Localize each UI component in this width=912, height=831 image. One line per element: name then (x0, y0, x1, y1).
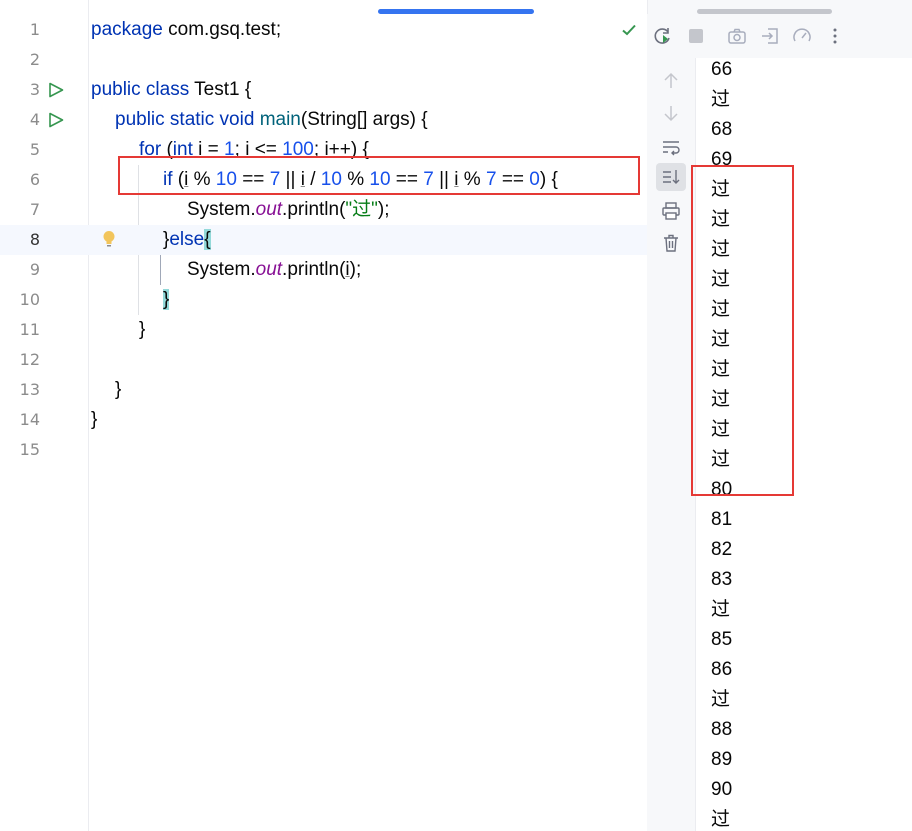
line-number: 2 (29, 50, 40, 69)
code-line-14[interactable]: 14 } (0, 405, 647, 435)
keyword: package (91, 19, 163, 40)
brace-match: { (204, 229, 211, 250)
run-class-icon[interactable] (48, 82, 64, 98)
scroll-to-end-icon[interactable] (661, 167, 681, 187)
line-number: 4 (29, 110, 40, 129)
code-line-3[interactable]: 3 public class Test1 { (0, 75, 647, 105)
code-text: }else{ (163, 225, 211, 255)
console-line: 过 (711, 689, 731, 710)
keyword: else (169, 229, 205, 250)
console-line: 68 (711, 119, 733, 140)
code-token: .println( (282, 259, 346, 280)
code-text: } (115, 379, 122, 400)
more-options-icon[interactable] (825, 26, 845, 46)
line-number: 12 (19, 350, 40, 369)
code-line-13[interactable]: 13 } (0, 375, 647, 405)
code-token: System. (187, 199, 256, 220)
code-token: com.gsq.test; (162, 19, 282, 40)
console-line: 81 (711, 509, 733, 530)
code-text: } (91, 409, 98, 430)
soft-wrap-icon[interactable] (661, 137, 681, 157)
code-token: System. (187, 259, 256, 280)
code-line-11[interactable]: 11 } (0, 315, 647, 345)
stop-icon[interactable] (686, 26, 706, 46)
print-icon[interactable] (661, 201, 681, 221)
console-line: 过 (711, 809, 731, 830)
check-icon[interactable] (621, 22, 637, 38)
code-text: } (139, 319, 146, 340)
console-line: 85 (711, 629, 733, 650)
lightbulb-icon[interactable] (102, 230, 116, 248)
run-main-icon[interactable] (48, 112, 64, 128)
trash-icon[interactable] (661, 233, 681, 253)
keyword: public class (91, 79, 190, 100)
line-number: 14 (19, 410, 40, 429)
line-number: 13 (19, 380, 40, 399)
code-editor[interactable]: 1 package com.gsq.test; 2 3 public class… (0, 0, 647, 831)
code-text: } (163, 285, 170, 315)
code-token: ); (349, 259, 362, 280)
line-number: 10 (19, 290, 40, 309)
code-line-7[interactable]: 7 System.out.println("过"); (0, 195, 647, 225)
code-line-10[interactable]: 10 } (0, 285, 647, 315)
field-name: out (255, 199, 283, 220)
code-line-2[interactable]: 2 (0, 45, 647, 75)
code-token: .println( (282, 199, 346, 220)
console-side-toolbar (647, 58, 696, 831)
line-number: 11 (19, 320, 40, 339)
code-text: package com.gsq.test; (91, 15, 281, 45)
code-text: System.out.println(i); (187, 255, 361, 285)
field-name: out (255, 259, 283, 280)
keyword: public static void (115, 109, 255, 130)
console-line: 83 (711, 569, 733, 590)
code-token: ); (377, 199, 390, 220)
rerun-icon[interactable] (653, 26, 673, 46)
annotation-box-output (691, 165, 794, 496)
arrow-down-icon[interactable] (661, 103, 681, 123)
console-line: 89 (711, 749, 733, 770)
code-line-1[interactable]: 1 package com.gsq.test; (0, 15, 647, 45)
console-line: 66 (711, 59, 733, 80)
line-number: 15 (19, 440, 40, 459)
line-number: 3 (29, 80, 40, 99)
gauge-icon[interactable] (792, 26, 812, 46)
arrow-up-icon[interactable] (661, 71, 681, 91)
line-number: 8 (29, 230, 40, 249)
code-line-12[interactable]: 12 (0, 345, 647, 375)
code-line-8[interactable]: 8 }else{ (0, 225, 647, 255)
console-line: 88 (711, 719, 733, 740)
code-line-9[interactable]: 9 System.out.println(i); (0, 255, 647, 285)
code-text: public static void main(String[] args) { (115, 105, 428, 135)
brace-match: } (163, 289, 170, 310)
console-line: 82 (711, 539, 733, 560)
code-token: Test1 { (189, 79, 252, 100)
method-name: main (259, 109, 301, 130)
line-number: 1 (29, 20, 40, 39)
string-literal: "过" (345, 199, 378, 220)
code-text: public class Test1 { (91, 75, 251, 105)
import-icon[interactable] (760, 26, 780, 46)
line-number: 5 (29, 140, 40, 159)
line-number: 6 (29, 170, 40, 189)
console-line: 86 (711, 659, 733, 680)
line-number: 7 (29, 200, 40, 219)
code-token: (String[] args) { (300, 109, 428, 130)
run-toolbar (647, 14, 912, 58)
console-line: 过 (711, 599, 731, 620)
annotation-box-condition (118, 156, 640, 195)
console-line: 90 (711, 779, 733, 800)
camera-icon[interactable] (727, 26, 747, 46)
code-line-4[interactable]: 4 public static void main(String[] args)… (0, 105, 647, 135)
code-text: System.out.println("过"); (187, 195, 390, 225)
code-line-15[interactable]: 15 (0, 435, 647, 465)
line-number: 9 (29, 260, 40, 279)
console-line: 过 (711, 89, 731, 110)
editor-tab-indicator (378, 9, 534, 14)
